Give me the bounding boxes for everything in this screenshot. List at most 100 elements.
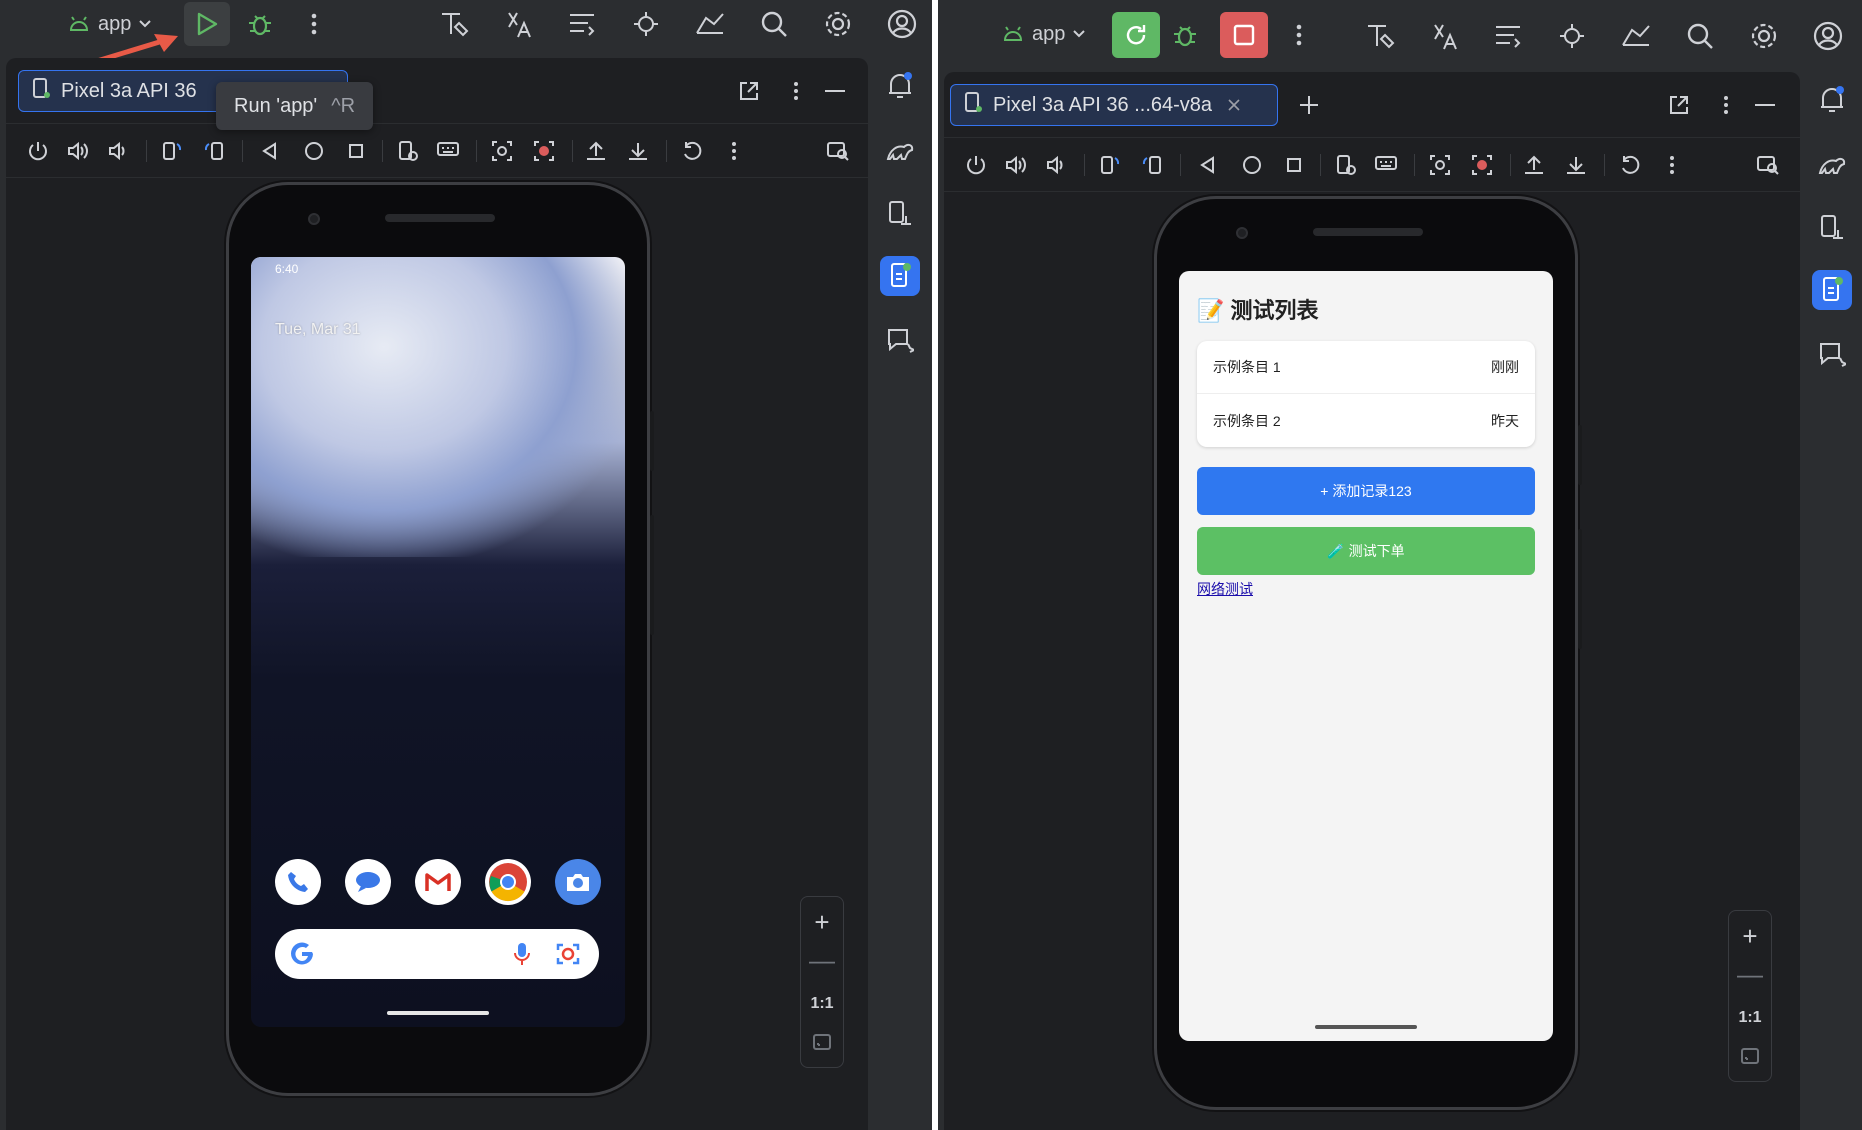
settings-button[interactable] (1746, 18, 1782, 54)
notifications-button[interactable] (880, 66, 920, 106)
sync-button[interactable] (1490, 18, 1526, 54)
more-actions-button[interactable] (1286, 18, 1312, 52)
gemini-button[interactable] (1812, 334, 1852, 374)
volume-up-button[interactable] (1004, 153, 1028, 177)
screen-record-button[interactable] (1470, 153, 1494, 177)
extended-controls-button[interactable] (826, 139, 850, 163)
snapshot-button[interactable] (1618, 153, 1642, 177)
gradle-button[interactable] (880, 130, 920, 170)
tab-options-button[interactable] (1716, 92, 1736, 118)
snapshot-button[interactable] (680, 139, 704, 163)
tab-options-button[interactable] (786, 78, 806, 104)
back-button[interactable] (1196, 153, 1220, 177)
gesture-nav-bar[interactable] (1315, 1025, 1417, 1029)
device-manager-button[interactable] (692, 6, 728, 42)
search-button[interactable] (756, 6, 792, 42)
rotate-left-button[interactable] (1098, 153, 1122, 177)
minimize-button[interactable] (822, 78, 848, 104)
add-record-button[interactable]: + 添加记录123 (1197, 467, 1535, 515)
layout-inspector-button[interactable] (1362, 18, 1398, 54)
notifications-button[interactable] (1812, 80, 1852, 120)
tab-pixel-3a[interactable]: Pixel 3a API 36 ...64-v8a (950, 84, 1278, 126)
more-actions-button[interactable] (300, 8, 328, 40)
back-button[interactable] (258, 139, 282, 163)
emulator-more-button[interactable] (1660, 153, 1684, 177)
gradle-button[interactable] (1812, 144, 1852, 184)
debug-button[interactable] (244, 8, 276, 40)
run-config-dropdown[interactable]: app (996, 18, 1091, 50)
emulator-more-button[interactable] (722, 139, 746, 163)
profiler-button[interactable] (628, 6, 664, 42)
gmail-app-icon[interactable] (415, 859, 461, 905)
layout-inspector-button[interactable] (436, 6, 472, 42)
network-test-link[interactable]: 网络测试 (1197, 579, 1253, 599)
home-screen[interactable]: 6:40 Tue, Mar 31 (251, 257, 625, 1027)
extended-controls-button[interactable] (1756, 153, 1780, 177)
test-order-button[interactable]: 🧪 测试下单 (1197, 527, 1535, 575)
phone-app-icon[interactable] (275, 859, 321, 905)
zoom-out-button[interactable]: — (801, 945, 843, 976)
home-button[interactable] (1240, 153, 1264, 177)
device-settings-button[interactable] (396, 139, 420, 163)
messages-app-icon[interactable] (345, 859, 391, 905)
rerun-button[interactable] (1112, 12, 1160, 58)
volume-down-button[interactable] (106, 139, 130, 163)
device-explorer-button[interactable] (880, 194, 920, 234)
translate-button[interactable] (1426, 18, 1462, 54)
overview-button[interactable] (344, 139, 368, 163)
account-button[interactable] (884, 6, 920, 42)
sync-button[interactable] (564, 6, 600, 42)
zoom-fit-button[interactable] (1729, 1047, 1771, 1070)
close-icon[interactable] (1228, 94, 1240, 117)
zoom-out-button[interactable]: — (1729, 959, 1771, 990)
upload-button[interactable] (584, 139, 608, 163)
screen-record-button[interactable] (532, 139, 556, 163)
power-button[interactable] (964, 153, 988, 177)
download-button[interactable] (626, 139, 650, 163)
list-item[interactable]: 示例条目 2 昨天 (1197, 394, 1535, 447)
settings-button[interactable] (820, 6, 856, 42)
screenshot-button[interactable] (490, 139, 514, 163)
gemini-button[interactable] (880, 320, 920, 360)
volume-up-button[interactable] (66, 139, 90, 163)
zoom-actual-size-button[interactable]: 1:1 (801, 995, 843, 1013)
run-button[interactable] (184, 2, 230, 46)
home-button[interactable] (302, 139, 326, 163)
volume-down-button[interactable] (1044, 153, 1068, 177)
running-devices-button[interactable] (1812, 270, 1852, 310)
keyboard-button[interactable] (1374, 153, 1398, 177)
screenshot-button[interactable] (1428, 153, 1452, 177)
google-search-bar[interactable] (275, 929, 599, 979)
zoom-fit-button[interactable] (801, 1033, 843, 1056)
overview-button[interactable] (1282, 153, 1306, 177)
device-settings-button[interactable] (1334, 153, 1358, 177)
rotate-left-button[interactable] (160, 139, 184, 163)
gesture-nav-bar[interactable] (387, 1011, 489, 1015)
google-lens-icon[interactable] (555, 941, 581, 972)
zoom-in-button[interactable]: + (801, 907, 843, 938)
rotate-right-button[interactable] (202, 139, 226, 163)
running-devices-button[interactable] (880, 256, 920, 296)
power-button[interactable] (26, 139, 50, 163)
download-button[interactable] (1564, 153, 1588, 177)
open-external-button[interactable] (1666, 92, 1692, 118)
account-button[interactable] (1810, 18, 1846, 54)
upload-button[interactable] (1522, 153, 1546, 177)
keyboard-button[interactable] (436, 139, 460, 163)
minimize-button[interactable] (1752, 92, 1778, 118)
device-manager-button[interactable] (1618, 18, 1654, 54)
list-item[interactable]: 示例条目 1 刚刚 (1197, 341, 1535, 394)
stop-button[interactable] (1220, 12, 1268, 58)
rotate-right-button[interactable] (1140, 153, 1164, 177)
search-button[interactable] (1682, 18, 1718, 54)
profiler-button[interactable] (1554, 18, 1590, 54)
debug-button[interactable] (1168, 18, 1202, 52)
open-external-button[interactable] (736, 78, 762, 104)
date-widget[interactable]: Tue, Mar 31 (275, 321, 361, 339)
translate-button[interactable] (500, 6, 536, 42)
zoom-in-button[interactable]: + (1729, 921, 1771, 952)
zoom-actual-size-button[interactable]: 1:1 (1729, 1009, 1771, 1027)
device-explorer-button[interactable] (1812, 208, 1852, 248)
microphone-icon[interactable] (513, 941, 531, 972)
camera-app-icon[interactable] (555, 859, 601, 905)
